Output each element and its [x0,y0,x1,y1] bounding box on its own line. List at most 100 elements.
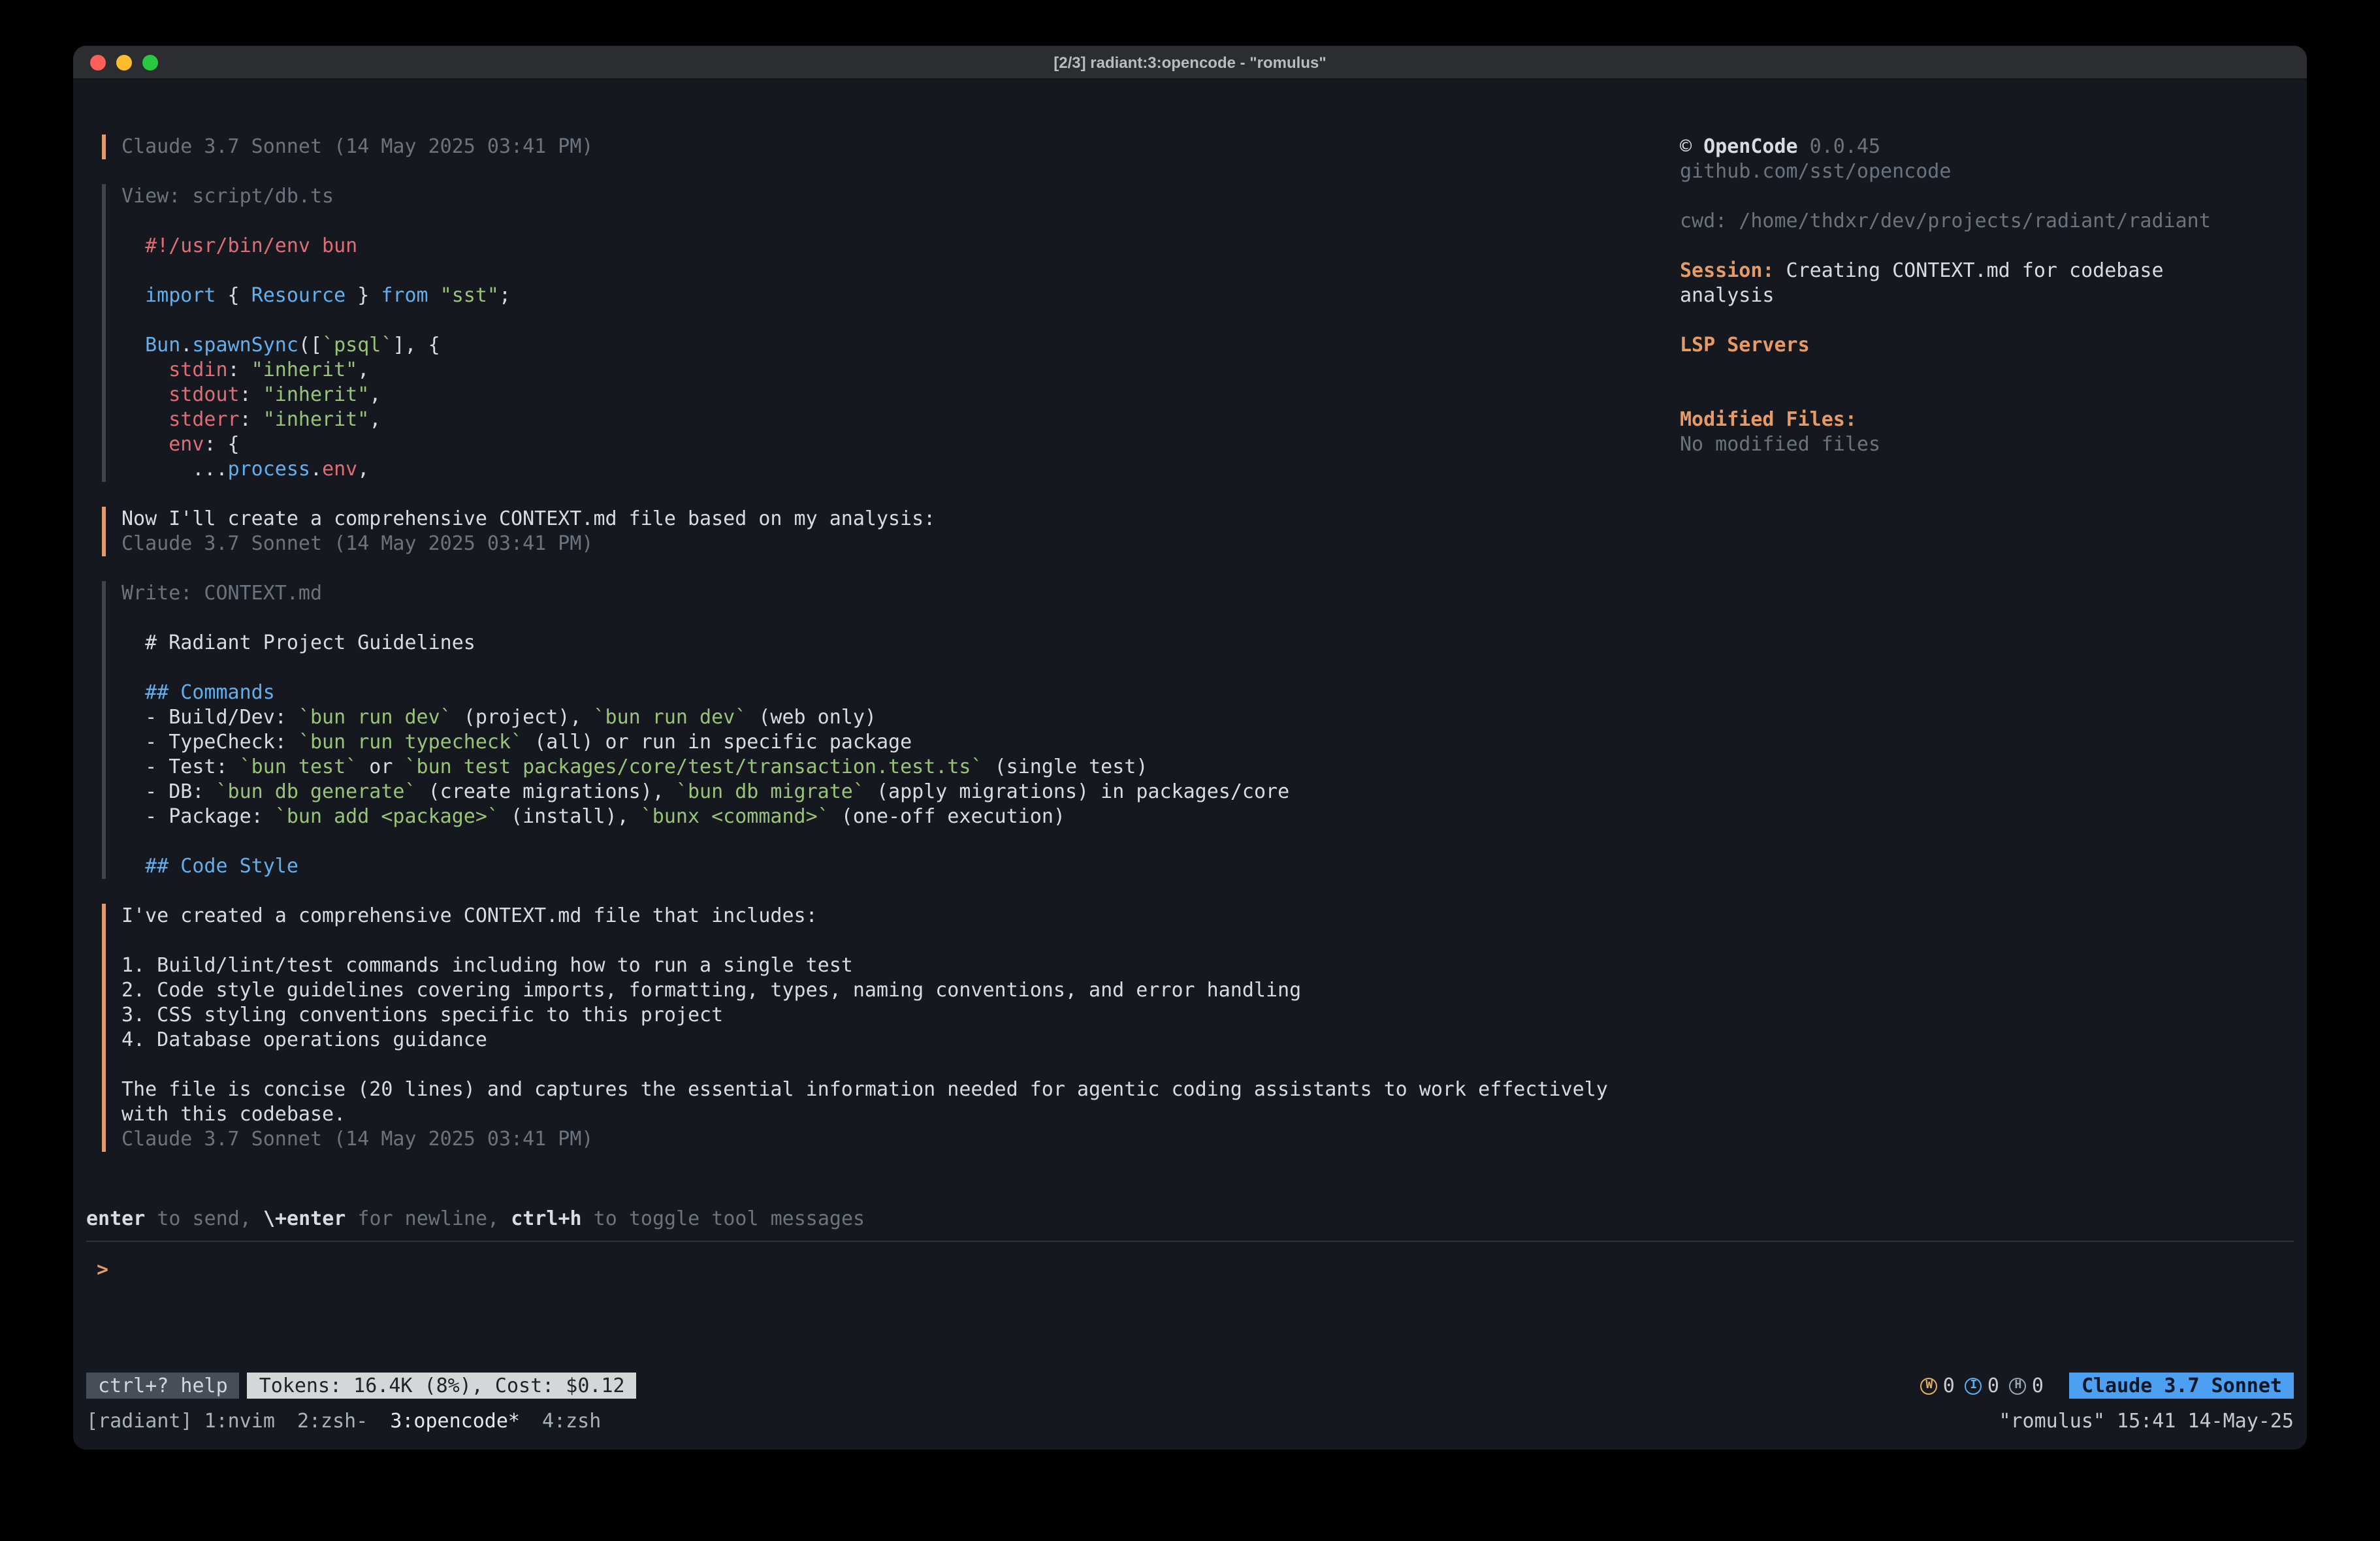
tokens-cost-chip: Tokens: 16.4K (8%), Cost: $0.12 [248,1373,637,1399]
tmux-session-info: "romulus" 15:41 14-May-25 [1999,1409,2294,1434]
text-segment: for newline, [346,1207,511,1230]
text-segment: analysis [1680,283,1775,307]
tmux-session-name: [radiant] [86,1409,193,1433]
text-segment: stdout [169,383,239,406]
terminal-line: github.com/sst/opencode [1680,159,2242,184]
text-segment [121,333,145,357]
text-segment: with this codebase. [121,1102,346,1126]
text-segment: `bun run typecheck` [298,730,523,754]
zoom-button[interactable] [142,54,158,70]
terminal-line: 3. CSS styling conventions specific to t… [121,1003,1615,1028]
terminal-line [1680,308,2242,333]
terminal-line [1680,234,2242,259]
text-segment: Write: CONTEXT.md [121,581,322,605]
tmux-window-1nvim[interactable]: 1:nvim [204,1409,275,1433]
text-segment: Resource [251,283,346,307]
text-segment: (one-off execution) [829,804,1065,828]
sidebar: © OpenCode 0.0.45github.com/sst/opencode… [1680,80,2242,1207]
text-segment: "inherit" [263,407,370,431]
terminal-line: import { Resource } from "sst"; [121,283,1615,308]
text-segment: 4. Database operations guidance [121,1028,487,1051]
info-indicator: I0 [1965,1373,1999,1398]
text-segment: - Build/Dev: [121,705,298,729]
text-segment: : { [204,432,239,456]
text-segment: `bun run dev` [594,705,747,729]
terminal-line: 1. Build/lint/test commands including ho… [121,953,1615,978]
text-segment: ## Code Style [145,854,298,878]
warning-icon: W [1921,1377,1938,1394]
text-segment: stdin [169,358,227,381]
terminal-line: - Build/Dev: `bun run dev` (project), `b… [121,705,1615,730]
bottom-panel: enter to send, \+enter for newline, ctrl… [73,1207,2307,1434]
text-segment: (install), [499,804,641,828]
text-segment: to send, [145,1207,263,1230]
terminal-line: Bun.spawnSync([`psql`], { [121,333,1615,358]
titlebar: [2/3] radiant:3:opencode - "romulus" [73,46,2307,80]
terminal-line [1680,358,2242,383]
text-segment: github.com/sst/opencode [1680,159,1951,183]
text-segment: Claude 3.7 Sonnet (14 May 2025 03:41 PM) [121,1127,593,1151]
text-segment: "inherit" [263,383,370,406]
text-segment: - Package: [121,804,275,828]
traffic-lights [73,54,158,70]
terminal-line: Now I'll create a comprehensive CONTEXT.… [121,507,1615,532]
terminal-line: ## Commands [121,680,1615,705]
prompt-symbol: > [97,1258,108,1281]
terminal-line: # Radiant Project Guidelines [121,631,1615,656]
text-segment: - DB: [121,780,216,803]
terminal-line: - Package: `bun add <package>` (install)… [121,804,1615,829]
text-segment: 3. CSS styling conventions specific to t… [121,1003,723,1026]
terminal-line: stderr: "inherit", [121,407,1615,432]
text-segment [121,854,145,878]
terminal-line [121,606,1615,631]
assistant-summary: I've created a comprehensive CONTEXT.md … [102,904,1615,1152]
terminal-line: LSP Servers [1680,333,2242,358]
keybind-help: enter to send, \+enter for newline, ctrl… [86,1207,2294,1231]
text-segment: (create migrations), [417,780,676,803]
text-segment: `bun test` [240,755,358,778]
text-segment: ## Commands [145,680,275,704]
text-segment: (all) or run in specific package [523,730,912,754]
minimize-button[interactable] [116,54,132,70]
terminal-line: I've created a comprehensive CONTEXT.md … [121,904,1615,929]
text-segment: Now I'll create a comprehensive CONTEXT.… [121,507,935,530]
message-input[interactable]: > [73,1242,2307,1373]
text-segment: `bunx <command>` [641,804,829,828]
text-segment: (project), [452,705,594,729]
text-segment: spawnSync [192,333,298,357]
text-segment: , [357,457,369,481]
text-segment: stderr [169,407,239,431]
text-segment: Modified Files: [1680,407,1857,431]
terminal-line: stdin: "inherit", [121,358,1615,383]
terminal-line: Claude 3.7 Sonnet (14 May 2025 03:41 PM) [121,135,1615,159]
terminal-line: with this codebase. [121,1102,1615,1127]
text-segment: ... [121,457,228,481]
text-segment: 1. Build/lint/test commands including ho… [121,953,853,977]
terminal-line: Session: Creating CONTEXT.md for codebas… [1680,259,2242,283]
hint-count: 0 [2032,1373,2044,1398]
text-segment [121,383,169,406]
tmux-status-bar: [radiant] 1:nvim 2:zsh- 3:opencode* 4:zsh "r… [86,1409,2294,1434]
text-segment: © [1680,135,1703,158]
text-segment: : [240,407,263,431]
text-segment [121,283,145,307]
close-button[interactable] [90,54,106,70]
tmux-window-3opencode[interactable]: 3:opencode* [390,1409,520,1433]
text-segment: (web only) [747,705,876,729]
warning-indicator: W0 [1921,1373,1955,1398]
text-segment: `bun db generate` [216,780,417,803]
text-segment: ], { [393,333,440,357]
tool-write-context-md: Write: CONTEXT.md # Radiant Project Guid… [102,581,1615,879]
assistant-message: Now I'll create a comprehensive CONTEXT.… [102,507,1615,556]
terminal-line: #!/usr/bin/env bun [121,234,1615,259]
text-segment: env [322,457,357,481]
text-segment: LSP Servers [1680,333,1810,357]
text-segment: . [310,457,322,481]
text-segment: OpenCode [1703,135,1798,158]
text-segment: from [381,283,428,307]
help-hint-chip: ctrl+? help [86,1373,240,1399]
tmux-window-4zsh[interactable]: 4:zsh [542,1409,601,1433]
text-segment: (apply migrations) in packages/core [865,780,1289,803]
text-segment: Claude 3.7 Sonnet (14 May 2025 03:41 PM) [121,532,593,555]
tmux-window-2zsh[interactable]: 2:zsh- [297,1409,368,1433]
